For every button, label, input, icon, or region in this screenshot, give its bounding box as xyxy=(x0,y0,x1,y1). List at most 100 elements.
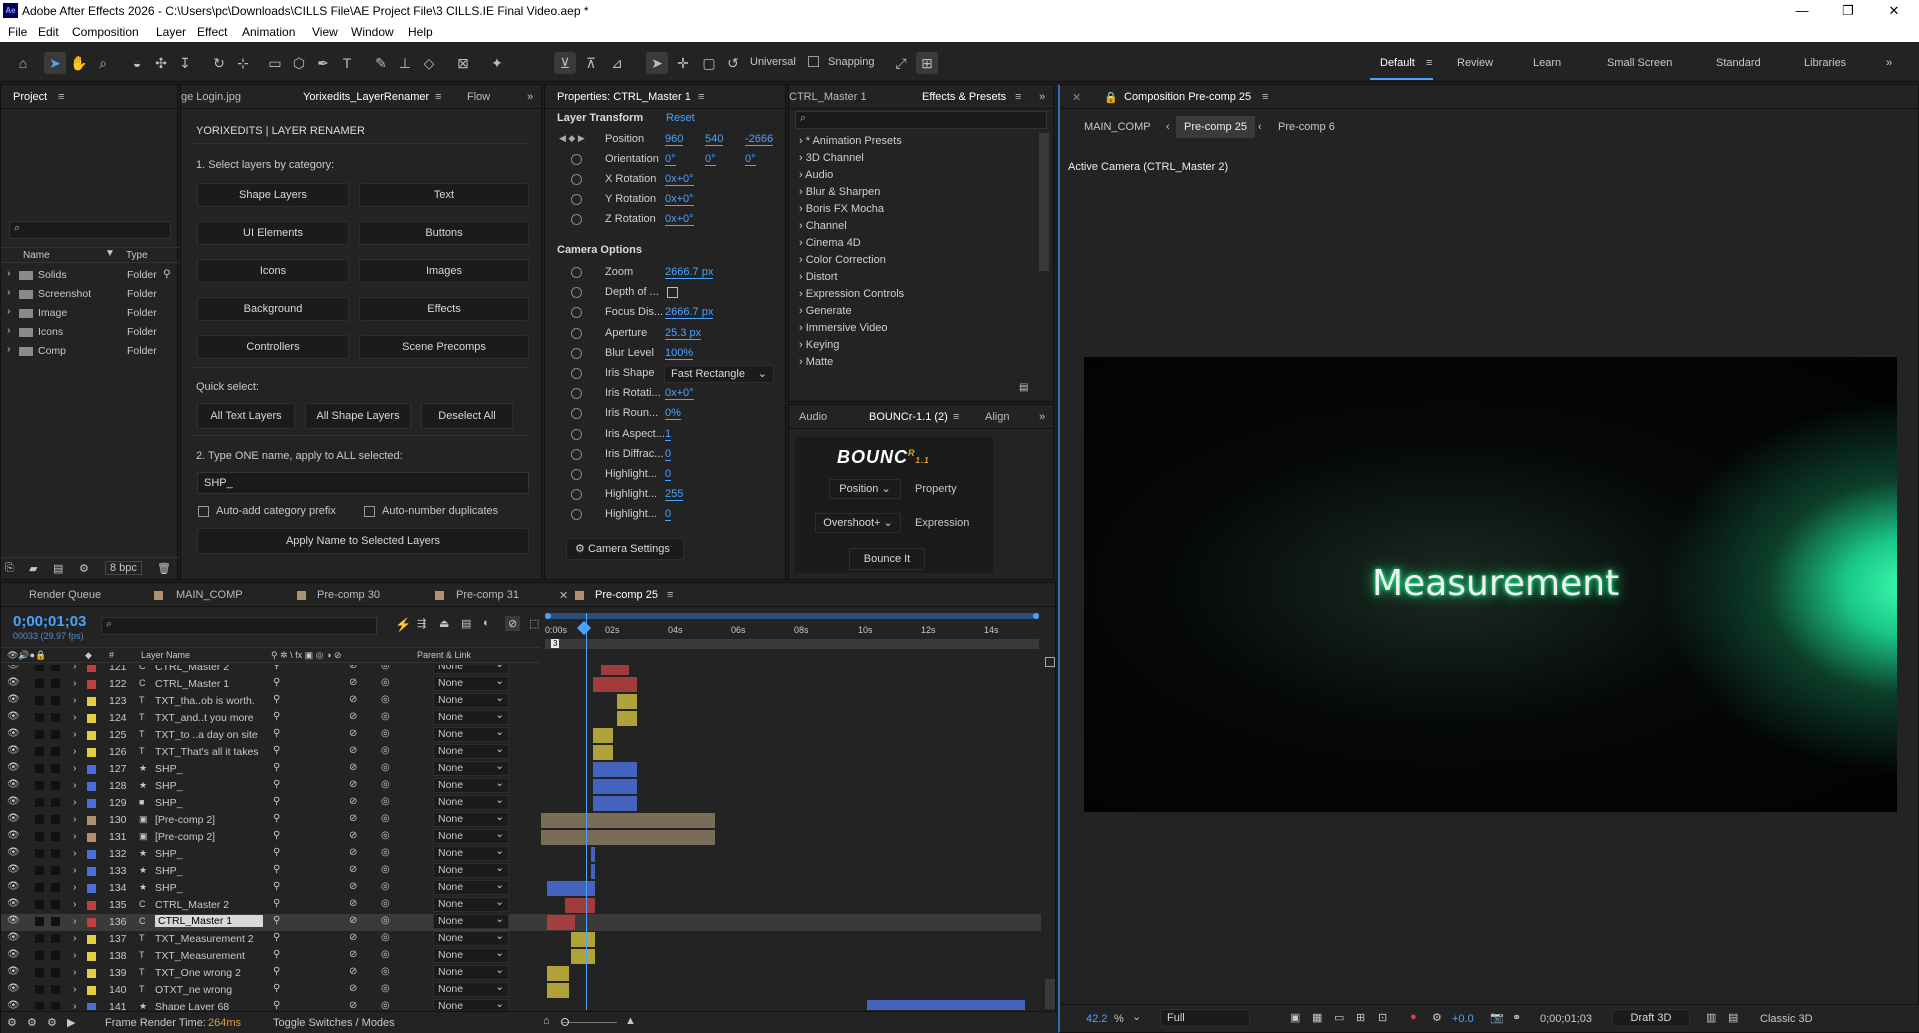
transfer-controls-icon[interactable]: ⚙ xyxy=(47,1016,57,1029)
layer-duration-bar[interactable] xyxy=(867,1000,1025,1010)
label-color-chip[interactable] xyxy=(87,969,96,978)
more-workspaces-icon[interactable]: » xyxy=(1886,57,1892,69)
lock-switch[interactable] xyxy=(51,883,60,892)
label-color-chip[interactable] xyxy=(87,665,96,672)
roto-brush-icon[interactable]: ⊠ xyxy=(452,52,474,74)
effects-search-input[interactable]: ⌕ xyxy=(795,111,1047,129)
zoom-tool-icon[interactable]: ⌕ xyxy=(92,52,114,74)
visibility-eye-icon[interactable]: 👁 xyxy=(7,864,20,875)
minimize-button[interactable]: — xyxy=(1782,2,1822,20)
solo-switch[interactable] xyxy=(35,679,44,688)
scrollbar[interactable] xyxy=(1039,133,1049,271)
pickwhip-icon[interactable]: ◎ xyxy=(381,796,390,807)
position-z[interactable]: -2666 xyxy=(745,133,774,146)
table-row[interactable]: 👁 › 125 T TXT_to ..a day on site ⚲ ⊘ ◎ None ⌄ xyxy=(1,726,1041,744)
parent-select[interactable]: None⌄ xyxy=(433,981,509,997)
visibility-eye-icon[interactable]: 👁 xyxy=(7,966,20,977)
camera-option-value[interactable]: 0% xyxy=(665,407,681,420)
graph-editor-icon[interactable]: ⬚ xyxy=(529,617,539,630)
panel-menu-icon[interactable]: ≡ xyxy=(1015,91,1021,103)
y-rotation-value[interactable]: 0x+0° xyxy=(665,193,694,206)
stopwatch-icon[interactable] xyxy=(571,307,582,318)
solo-switch[interactable] xyxy=(35,764,44,773)
camera-option-value[interactable]: 0x+0° xyxy=(665,387,694,400)
parent-select[interactable]: None⌄ xyxy=(433,862,509,878)
table-row[interactable]: 👁 › 130 ▣ [Pre-comp 2] ⚲ ⊘ ◎ None ⌄ xyxy=(1,811,1041,829)
table-row[interactable]: 👁 › 127 ★ SHP_ ⚲ ⊘ ◎ None ⌄ xyxy=(1,760,1041,778)
table-row[interactable]: 👁 › 133 ★ SHP_ ⚲ ⊘ ◎ None ⌄ xyxy=(1,862,1041,880)
pickwhip-icon[interactable]: ◎ xyxy=(381,779,390,790)
chevron-right-icon[interactable]: › xyxy=(73,966,77,978)
camera-option-value[interactable]: 1 xyxy=(665,428,672,441)
comp-marker[interactable]: 3 xyxy=(551,639,560,648)
chevron-right-icon[interactable]: › xyxy=(73,949,77,961)
shy-switch-icon[interactable]: ⚲ xyxy=(273,830,280,841)
layer-name[interactable]: TXT_That's all it takes xyxy=(155,746,259,758)
switch-icon[interactable]: ⊘ xyxy=(349,966,357,977)
new-folder-icon[interactable]: ▰ xyxy=(29,562,37,575)
shape-layers-button[interactable]: Shape Layers xyxy=(197,183,349,207)
list-item[interactable]: › Image Folder xyxy=(1,305,179,322)
shy-switch-icon[interactable]: ⚲ xyxy=(273,728,280,739)
effects-button[interactable]: Effects xyxy=(359,297,529,321)
frame-blend-icon[interactable]: ▤ xyxy=(461,617,471,630)
solo-switch[interactable] xyxy=(35,696,44,705)
pickwhip-icon[interactable]: ◎ xyxy=(381,898,390,909)
layer-duration-bar[interactable] xyxy=(591,847,595,862)
shy-switch-icon[interactable]: ⚲ xyxy=(273,847,280,858)
lock-switch[interactable] xyxy=(51,815,60,824)
camera-option-value[interactable]: 100% xyxy=(665,347,694,360)
z-rotation-value[interactable]: 0x+0° xyxy=(665,213,694,226)
switch-icon[interactable]: ⊘ xyxy=(349,711,357,722)
stopwatch-icon[interactable] xyxy=(571,489,582,500)
chevron-right-icon[interactable]: › xyxy=(73,830,77,842)
auto-prefix-checkbox[interactable] xyxy=(198,506,209,517)
new-comp-icon[interactable]: ▤ xyxy=(53,562,63,575)
tab-flow[interactable]: Flow xyxy=(467,91,490,103)
menu-effect[interactable]: Effect xyxy=(197,25,227,39)
pickwhip-icon[interactable]: ◎ xyxy=(381,745,390,756)
panel-menu-icon[interactable]: ≡ xyxy=(1262,91,1268,103)
chevron-right-icon[interactable]: › xyxy=(73,915,77,927)
shy-switch-icon[interactable]: ⚲ xyxy=(273,745,280,756)
shy-switch-icon[interactable]: ⚲ xyxy=(273,949,280,960)
zoom-in-icon[interactable]: ▲ xyxy=(625,1015,636,1027)
menu-layer[interactable]: Layer xyxy=(156,25,186,39)
sort-icon[interactable]: ▼ xyxy=(105,248,115,259)
table-row[interactable]: 👁 › 132 ★ SHP_ ⚲ ⊘ ◎ None ⌄ xyxy=(1,845,1041,863)
layer-name[interactable]: SHP_ xyxy=(155,865,182,877)
panel-menu-icon[interactable]: ≡ xyxy=(667,589,673,601)
lock-switch[interactable] xyxy=(51,679,60,688)
menu-file[interactable]: File xyxy=(8,25,27,39)
lock-switch[interactable] xyxy=(51,900,60,909)
layer-name[interactable]: TXT_Measurement 2 xyxy=(155,933,254,945)
solo-switch[interactable] xyxy=(35,917,44,926)
breadcrumb-precomp-25[interactable]: Pre-comp 25 xyxy=(1176,116,1255,138)
solo-switch[interactable] xyxy=(35,798,44,807)
world-axis-icon[interactable]: ⊼ xyxy=(580,52,602,74)
depth-of-field-checkbox[interactable] xyxy=(667,287,678,298)
scrollbar[interactable] xyxy=(1045,979,1055,1009)
parent-select[interactable]: None⌄ xyxy=(433,845,509,861)
shy-switch-icon[interactable]: ⚲ xyxy=(273,813,280,824)
bit-depth-button[interactable]: 8 bpc xyxy=(105,561,142,575)
layer-duration-bar[interactable] xyxy=(571,949,595,964)
visibility-eye-icon[interactable]: 👁 xyxy=(7,847,20,858)
visibility-eye-icon[interactable]: 👁 xyxy=(7,1000,20,1010)
camera-option-value[interactable]: 255 xyxy=(665,488,684,501)
label-color-chip[interactable] xyxy=(87,884,96,893)
visibility-eye-icon[interactable]: 👁 xyxy=(7,711,20,722)
workspace-standard[interactable]: Standard xyxy=(1716,57,1761,69)
orientation-z[interactable]: 0° xyxy=(745,153,756,166)
shy-switch-icon[interactable]: ⚲ xyxy=(273,983,280,994)
chevron-right-icon[interactable]: › xyxy=(73,983,77,995)
parent-select[interactable]: None⌄ xyxy=(433,675,509,691)
lock-switch[interactable] xyxy=(51,781,60,790)
solo-switch[interactable] xyxy=(35,900,44,909)
eraser-tool-icon[interactable]: ◇ xyxy=(418,52,440,74)
switch-icon[interactable]: ⊘ xyxy=(349,915,357,926)
layer-name[interactable]: [Pre-comp 2] xyxy=(155,831,215,843)
table-row[interactable]: 👁 › 122 C CTRL_Master 1 ⚲ ⊘ ◎ None ⌄ xyxy=(1,675,1041,693)
switch-icon[interactable]: ⊘ xyxy=(349,796,357,807)
pickwhip-icon[interactable]: ◎ xyxy=(381,694,390,705)
